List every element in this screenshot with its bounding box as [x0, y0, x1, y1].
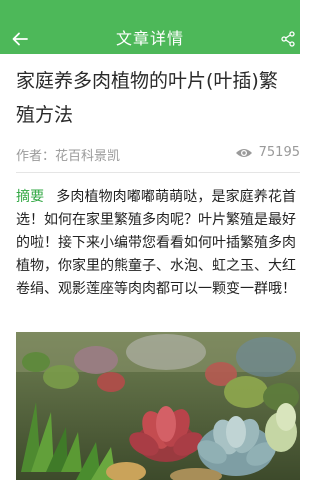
view-count-number: 75195 [258, 145, 300, 160]
article-image [16, 332, 300, 480]
article-summary: 摘要 多肉植物肉嘟嘟萌萌哒，是家庭养花首选！如何在家里繁殖多肉呢？叶片繁殖是最好的… [16, 186, 296, 301]
view-count: 75195 [235, 145, 300, 160]
divider [16, 172, 300, 173]
page-title: 文章详情 [115, 29, 184, 48]
eye-icon [235, 147, 253, 159]
succulent-photo [16, 332, 300, 480]
app-bar: 文章详情 [0, 24, 300, 54]
summary-label: 摘要 [16, 189, 45, 205]
article-meta: 作者：花百科景凯 75195 [16, 145, 300, 164]
status-bar [0, 0, 300, 24]
article-author: 作者：花百科景凯 [16, 149, 121, 164]
summary-text: 多肉植物肉嘟嘟萌萌哒，是家庭养花首选！如何在家里繁殖多肉呢？叶片繁殖是最好的啦！… [16, 189, 297, 297]
article-title: 家庭养多肉植物的叶片(叶插)繁殖方法 [16, 70, 278, 126]
share-icon[interactable] [280, 31, 296, 47]
